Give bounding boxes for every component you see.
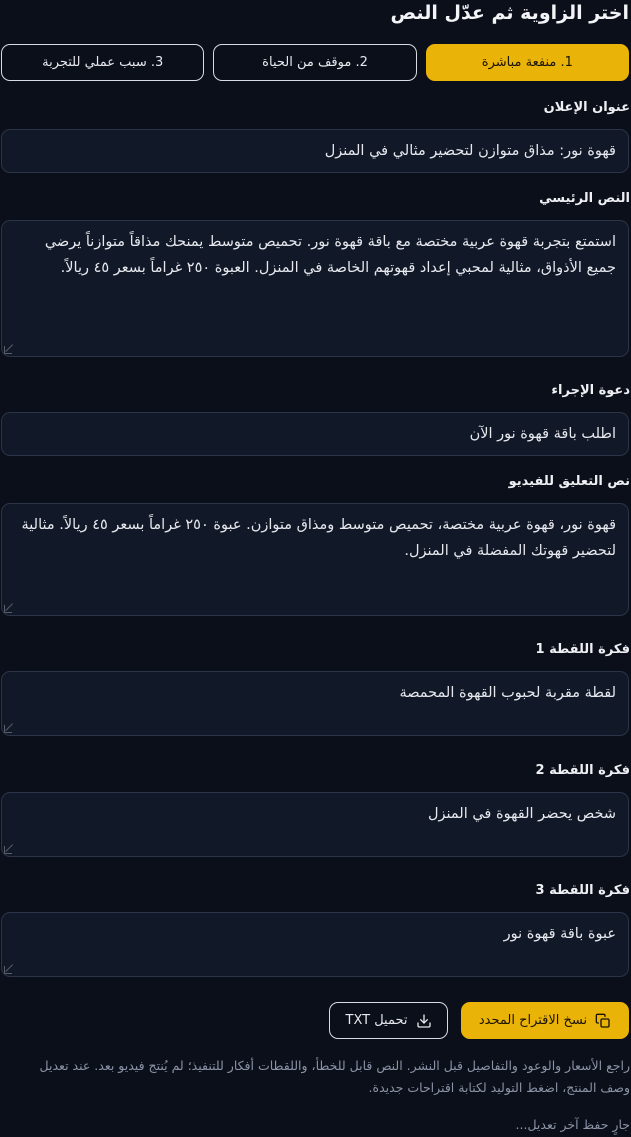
shot2-label: فكرة اللقطة 2 [535,763,630,778]
tab-practical-reason[interactable]: 3. سبب عملي للتجربة [1,44,205,81]
shot3-label: فكرة اللقطة 3 [535,883,630,898]
action-bar: نسخ الاقتراح المحدد تحميل TXT [329,1002,629,1039]
voiceover-label: نص التعليق للفيديو [508,474,630,489]
shot2-textarea[interactable]: شخص يحضر القهوة في المنزل [1,792,629,857]
cta-input[interactable]: اطلب باقة قهوة نور الآن [1,412,629,456]
resize-handle-icon[interactable] [4,346,12,354]
shot1-textarea[interactable]: لقطة مقربة لحبوب القهوة المحمصة [1,671,629,736]
download-txt-button[interactable]: تحميل TXT [329,1002,448,1039]
shot3-value: عبوة باقة قهوة نور [503,926,616,942]
autosave-status: جارٍ حفظ آخر تعديل... [515,1117,630,1132]
shot2-value: شخص يحضر القهوة في المنزل [428,806,616,822]
copy-button-label: نسخ الاقتراح المحدد [478,1013,588,1028]
resize-handle-icon[interactable] [4,846,12,854]
shot1-label: فكرة اللقطة 1 [535,642,630,657]
tab-direct-benefit[interactable]: 1. منفعة مباشرة [425,44,629,81]
cta-label: دعوة الإجراء [551,383,630,398]
tab-life-stance[interactable]: 2. موقف من الحياة [213,44,417,81]
body-label: النص الرئيسي [539,191,630,206]
ad-copy-editor: اختر الزاوية ثم عدّل النص 1. منفعة مباشر… [0,0,631,1137]
headline-value: قهوة نور: مذاق متوازن لتحضير مثالي في ال… [324,143,616,159]
headline-label: عنوان الإعلان [543,100,630,115]
resize-handle-icon[interactable] [4,725,12,733]
download-icon [416,1013,431,1028]
shot3-textarea[interactable]: عبوة باقة قهوة نور [1,912,629,977]
voiceover-value: قهوة نور، قهوة عربية مختصة، تحميص متوسط … [21,517,616,559]
body-value: استمتع بتجربة قهوة عربية مختصة مع باقة ق… [44,234,616,276]
page-title: اختر الزاوية ثم عدّل النص [390,2,629,24]
review-note: راجع الأسعار والوعود والتفاصيل قبل النشر… [39,1058,630,1095]
copy-icon [595,1013,610,1028]
body-textarea[interactable]: استمتع بتجربة قهوة عربية مختصة مع باقة ق… [1,220,629,357]
shot1-value: لقطة مقربة لحبوب القهوة المحمصة [399,685,616,701]
angle-tabs: 1. منفعة مباشرة 2. موقف من الحياة 3. سبب… [1,44,629,81]
download-button-label: تحميل TXT [345,1013,408,1028]
voiceover-textarea[interactable]: قهوة نور، قهوة عربية مختصة، تحميص متوسط … [1,503,629,616]
resize-handle-icon[interactable] [4,966,12,974]
cta-value: اطلب باقة قهوة نور الآن [469,426,616,442]
resize-handle-icon[interactable] [4,605,12,613]
headline-input[interactable]: قهوة نور: مذاق متوازن لتحضير مثالي في ال… [1,129,629,173]
copy-selected-button[interactable]: نسخ الاقتراح المحدد [461,1002,629,1039]
